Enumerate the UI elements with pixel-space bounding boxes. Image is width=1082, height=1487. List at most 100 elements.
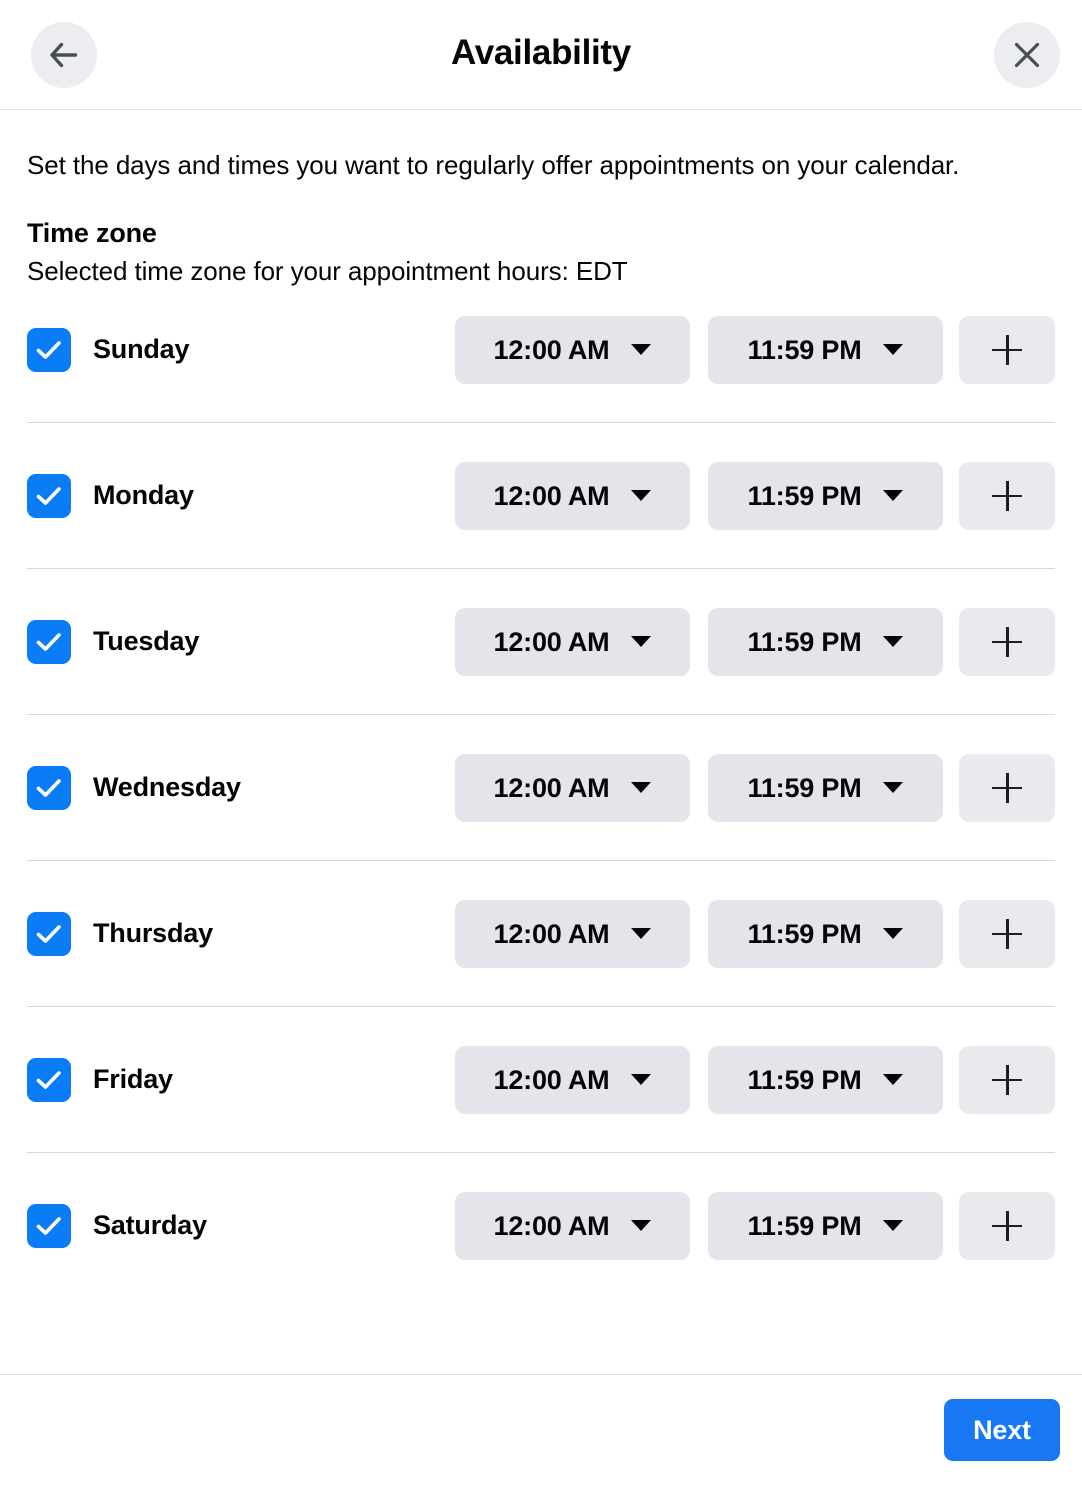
start-time-select[interactable]: 12:00 AM: [455, 315, 690, 384]
day-row: Wednesday 12:00 AM 11:59 PM: [27, 751, 1055, 861]
day-label: Friday: [93, 1064, 173, 1094]
day-controls: 12:00 AM 11:59 PM: [455, 1045, 1055, 1114]
start-time-select[interactable]: 12:00 AM: [455, 899, 690, 968]
day-left: Saturday: [27, 1203, 455, 1248]
page-title: Availability: [451, 33, 631, 72]
day-checkbox-sunday[interactable]: [27, 327, 71, 372]
intro-description: Set the days and times you want to regul…: [27, 150, 960, 180]
day-checkbox-tuesday[interactable]: [27, 619, 71, 664]
day-controls: 12:00 AM 11:59 PM: [455, 315, 1055, 384]
day-label: Tuesday: [93, 626, 200, 656]
plus-icon: [992, 334, 1022, 365]
chevron-down-icon: [883, 1074, 904, 1085]
day-checkbox-monday[interactable]: [27, 473, 71, 518]
end-time-value: 11:59 PM: [747, 1210, 862, 1241]
check-icon: [36, 632, 62, 652]
start-time-select[interactable]: 12:00 AM: [455, 753, 690, 822]
time-zone-section: Time zone Selected time zone for your ap…: [27, 215, 1055, 289]
end-time-value: 11:59 PM: [747, 480, 862, 511]
day-controls: 12:00 AM 11:59 PM: [455, 461, 1055, 530]
chevron-down-icon: [631, 344, 652, 355]
availability-screen: Availability Set the days and times you …: [0, 0, 1082, 1487]
chevron-down-icon: [631, 1220, 652, 1231]
plus-icon: [992, 772, 1022, 803]
day-left: Friday: [27, 1057, 455, 1102]
add-time-slot-button[interactable]: [959, 461, 1055, 530]
check-icon: [36, 1070, 62, 1090]
start-time-select[interactable]: 12:00 AM: [455, 461, 690, 530]
day-row: Friday 12:00 AM 11:59 PM: [27, 1043, 1055, 1153]
start-time-select[interactable]: 12:00 AM: [455, 1045, 690, 1114]
check-icon: [36, 778, 62, 798]
check-icon: [36, 486, 62, 506]
time-zone-heading: Time zone: [27, 218, 157, 248]
add-time-slot-button[interactable]: [959, 753, 1055, 822]
chevron-down-icon: [631, 782, 652, 793]
start-time-value: 12:00 AM: [493, 480, 610, 511]
chevron-down-icon: [631, 928, 652, 939]
day-left: Wednesday: [27, 765, 455, 810]
end-time-select[interactable]: 11:59 PM: [708, 753, 943, 822]
plus-icon: [992, 1064, 1022, 1095]
end-time-value: 11:59 PM: [747, 918, 862, 949]
footer-bar: Next: [0, 1374, 1082, 1487]
day-controls: 12:00 AM 11:59 PM: [455, 607, 1055, 676]
end-time-select[interactable]: 11:59 PM: [708, 607, 943, 676]
chevron-down-icon: [631, 490, 652, 501]
day-row: Thursday 12:00 AM 11:59 PM: [27, 897, 1055, 1007]
close-button[interactable]: [994, 22, 1060, 88]
content-area: Set the days and times you want to regul…: [0, 110, 1082, 1374]
start-time-value: 12:00 AM: [493, 1210, 610, 1241]
day-controls: 12:00 AM 11:59 PM: [455, 1191, 1055, 1260]
day-left: Thursday: [27, 911, 455, 956]
day-label: Sunday: [93, 334, 190, 364]
plus-icon: [992, 918, 1022, 949]
add-time-slot-button[interactable]: [959, 1191, 1055, 1260]
end-time-select[interactable]: 11:59 PM: [708, 1191, 943, 1260]
start-time-value: 12:00 AM: [493, 334, 610, 365]
day-left: Sunday: [27, 327, 455, 372]
end-time-select[interactable]: 11:59 PM: [708, 899, 943, 968]
plus-icon: [992, 480, 1022, 511]
check-icon: [36, 340, 62, 360]
chevron-down-icon: [883, 490, 904, 501]
add-time-slot-button[interactable]: [959, 899, 1055, 968]
day-label: Saturday: [93, 1210, 207, 1240]
day-controls: 12:00 AM 11:59 PM: [455, 899, 1055, 968]
start-time-select[interactable]: 12:00 AM: [455, 607, 690, 676]
day-left: Monday: [27, 473, 455, 518]
day-label: Wednesday: [93, 772, 241, 802]
day-checkbox-wednesday[interactable]: [27, 765, 71, 810]
check-icon: [36, 924, 62, 944]
day-checkbox-saturday[interactable]: [27, 1203, 71, 1248]
add-time-slot-button[interactable]: [959, 1045, 1055, 1114]
end-time-value: 11:59 PM: [747, 772, 862, 803]
check-icon: [36, 1216, 62, 1236]
start-time-value: 12:00 AM: [493, 918, 610, 949]
day-label: Monday: [93, 480, 194, 510]
start-time-select[interactable]: 12:00 AM: [455, 1191, 690, 1260]
start-time-value: 12:00 AM: [493, 626, 610, 657]
day-checkbox-friday[interactable]: [27, 1057, 71, 1102]
end-time-value: 11:59 PM: [747, 334, 862, 365]
add-time-slot-button[interactable]: [959, 315, 1055, 384]
day-list: Sunday 12:00 AM 11:59 PM Monday 12:00 AM 11:5…: [27, 313, 1055, 1262]
chevron-down-icon: [883, 636, 904, 647]
plus-icon: [992, 1210, 1022, 1241]
end-time-select[interactable]: 11:59 PM: [708, 315, 943, 384]
chevron-down-icon: [883, 928, 904, 939]
end-time-select[interactable]: 11:59 PM: [708, 461, 943, 530]
day-row: Tuesday 12:00 AM 11:59 PM: [27, 605, 1055, 715]
day-row: Monday 12:00 AM 11:59 PM: [27, 459, 1055, 569]
day-row: Sunday 12:00 AM 11:59 PM: [27, 313, 1055, 423]
next-button[interactable]: Next: [944, 1399, 1060, 1461]
chevron-down-icon: [883, 1220, 904, 1231]
add-time-slot-button[interactable]: [959, 607, 1055, 676]
chevron-down-icon: [883, 782, 904, 793]
chevron-down-icon: [883, 344, 904, 355]
end-time-value: 11:59 PM: [747, 626, 862, 657]
end-time-select[interactable]: 11:59 PM: [708, 1045, 943, 1114]
day-checkbox-thursday[interactable]: [27, 911, 71, 956]
close-icon: [1013, 41, 1041, 69]
plus-icon: [992, 626, 1022, 657]
